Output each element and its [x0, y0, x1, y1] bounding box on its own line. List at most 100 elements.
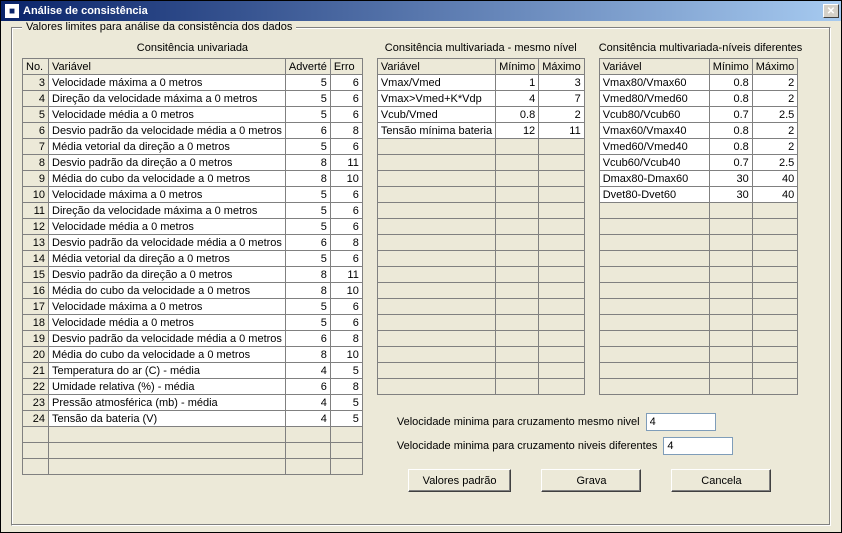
row-variable[interactable]: Direção da velocidade máxima a 0 metros [49, 91, 286, 107]
table-row[interactable]: 6Desvio padrão da velocidade média a 0 m… [23, 123, 363, 139]
row-max[interactable]: 40 [752, 171, 798, 187]
row-max[interactable]: 2.5 [752, 155, 798, 171]
row-adv[interactable]: 5 [285, 299, 330, 315]
table-row-empty[interactable] [377, 155, 584, 171]
table-row-empty[interactable] [377, 347, 584, 363]
row-err[interactable]: 8 [330, 379, 362, 395]
row-err[interactable]: 8 [330, 123, 362, 139]
row-variable[interactable]: Vmax>Vmed+K*Vdp [377, 91, 495, 107]
row-adv[interactable]: 5 [285, 139, 330, 155]
row-err[interactable]: 6 [330, 219, 362, 235]
row-variable[interactable]: Desvio padrão da velocidade média a 0 me… [49, 235, 286, 251]
table-row-empty[interactable] [599, 347, 798, 363]
row-min[interactable]: 4 [496, 91, 539, 107]
row-err[interactable]: 10 [330, 283, 362, 299]
table-row[interactable]: 10Velocidade máxima a 0 metros56 [23, 187, 363, 203]
row-variable[interactable]: Velocidade máxima a 0 metros [49, 187, 286, 203]
table-row[interactable]: 12Velocidade média a 0 metros56 [23, 219, 363, 235]
table-row-empty[interactable] [599, 267, 798, 283]
table-row[interactable]: Vmed80/Vmed600.82 [599, 91, 798, 107]
table-row[interactable]: 21Temperatura do ar (C) - média45 [23, 363, 363, 379]
row-adv[interactable]: 5 [285, 203, 330, 219]
row-adv[interactable]: 6 [285, 379, 330, 395]
univariate-table[interactable]: No. Variável Adverté Erro 3Velocidade má… [22, 58, 363, 475]
row-min[interactable]: 12 [496, 123, 539, 139]
row-err[interactable]: 5 [330, 363, 362, 379]
table-row[interactable]: 9Média do cubo da velocidade a 0 metros8… [23, 171, 363, 187]
close-button[interactable]: ✕ [823, 4, 839, 18]
row-min[interactable]: 0.8 [709, 75, 752, 91]
row-min[interactable]: 0.8 [709, 139, 752, 155]
vel-same-input[interactable] [646, 413, 716, 431]
table-row[interactable]: 13Desvio padrão da velocidade média a 0 … [23, 235, 363, 251]
row-err[interactable]: 6 [330, 187, 362, 203]
table-row[interactable]: 23Pressão atmosférica (mb) - média45 [23, 395, 363, 411]
table-row[interactable]: Vcub/Vmed0.82 [377, 107, 584, 123]
row-adv[interactable]: 5 [285, 91, 330, 107]
row-variable[interactable]: Tensão da bateria (V) [49, 411, 286, 427]
table-row-empty[interactable] [23, 443, 363, 459]
row-variable[interactable]: Dmax80-Dmax60 [599, 171, 709, 187]
row-err[interactable]: 6 [330, 251, 362, 267]
row-err[interactable]: 6 [330, 91, 362, 107]
table-row[interactable]: Dmax80-Dmax603040 [599, 171, 798, 187]
row-min[interactable]: 0.7 [709, 107, 752, 123]
table-row[interactable]: 20Média do cubo da velocidade a 0 metros… [23, 347, 363, 363]
table-row[interactable]: 14Média vetorial da direção a 0 metros56 [23, 251, 363, 267]
table-row-empty[interactable] [599, 219, 798, 235]
row-variable[interactable]: Pressão atmosférica (mb) - média [49, 395, 286, 411]
row-max[interactable]: 2 [539, 107, 585, 123]
row-variable[interactable]: Vcub80/Vcub60 [599, 107, 709, 123]
table-row[interactable]: 22Umidade relativa (%) - média68 [23, 379, 363, 395]
table-row[interactable]: 5Velocidade média a 0 metros56 [23, 107, 363, 123]
row-err[interactable]: 6 [330, 75, 362, 91]
row-adv[interactable]: 4 [285, 411, 330, 427]
table-row-empty[interactable] [377, 363, 584, 379]
row-max[interactable]: 2 [752, 123, 798, 139]
row-err[interactable]: 11 [330, 267, 362, 283]
row-max[interactable]: 2 [752, 75, 798, 91]
row-variable[interactable]: Vmax/Vmed [377, 75, 495, 91]
table-row[interactable]: Vmed60/Vmed400.82 [599, 139, 798, 155]
table-row[interactable]: 16Média do cubo da velocidade a 0 metros… [23, 283, 363, 299]
row-min[interactable]: 30 [709, 187, 752, 203]
table-row-empty[interactable] [599, 203, 798, 219]
table-row-empty[interactable] [23, 427, 363, 443]
same-col-max[interactable]: Máximo [539, 59, 585, 75]
row-min[interactable]: 30 [709, 171, 752, 187]
row-adv[interactable]: 8 [285, 283, 330, 299]
uni-col-err[interactable]: Erro [330, 59, 362, 75]
row-err[interactable]: 10 [330, 171, 362, 187]
row-adv[interactable]: 6 [285, 331, 330, 347]
row-err[interactable]: 6 [330, 139, 362, 155]
row-variable[interactable]: Média do cubo da velocidade a 0 metros [49, 347, 286, 363]
row-min[interactable]: 0.8 [709, 91, 752, 107]
row-variable[interactable]: Velocidade média a 0 metros [49, 315, 286, 331]
table-row[interactable]: Vcub60/Vcub400.72.5 [599, 155, 798, 171]
row-variable[interactable]: Vmed60/Vmed40 [599, 139, 709, 155]
table-row-empty[interactable] [377, 299, 584, 315]
table-row[interactable]: Dvet80-Dvet603040 [599, 187, 798, 203]
row-max[interactable]: 2.5 [752, 107, 798, 123]
row-variable[interactable]: Velocidade máxima a 0 metros [49, 299, 286, 315]
row-variable[interactable]: Velocidade máxima a 0 metros [49, 75, 286, 91]
row-err[interactable]: 8 [330, 235, 362, 251]
row-min[interactable]: 0.8 [496, 107, 539, 123]
row-adv[interactable]: 5 [285, 107, 330, 123]
row-variable[interactable]: Umidade relativa (%) - média [49, 379, 286, 395]
table-row[interactable]: 19Desvio padrão da velocidade média a 0 … [23, 331, 363, 347]
row-variable[interactable]: Tensão mínima bateria [377, 123, 495, 139]
row-max[interactable]: 40 [752, 187, 798, 203]
vel-diff-input[interactable] [663, 437, 733, 455]
multi-diff-table[interactable]: Variável Mínimo Máximo Vmax80/Vmax600.82… [599, 58, 799, 395]
row-adv[interactable]: 8 [285, 347, 330, 363]
row-variable[interactable]: Vcub/Vmed [377, 107, 495, 123]
table-row-empty[interactable] [377, 235, 584, 251]
row-variable[interactable]: Vmed80/Vmed60 [599, 91, 709, 107]
same-col-var[interactable]: Variável [377, 59, 495, 75]
row-variable[interactable]: Dvet80-Dvet60 [599, 187, 709, 203]
row-err[interactable]: 10 [330, 347, 362, 363]
table-row-empty[interactable] [377, 139, 584, 155]
table-row-empty[interactable] [377, 315, 584, 331]
uni-col-var[interactable]: Variável [49, 59, 286, 75]
